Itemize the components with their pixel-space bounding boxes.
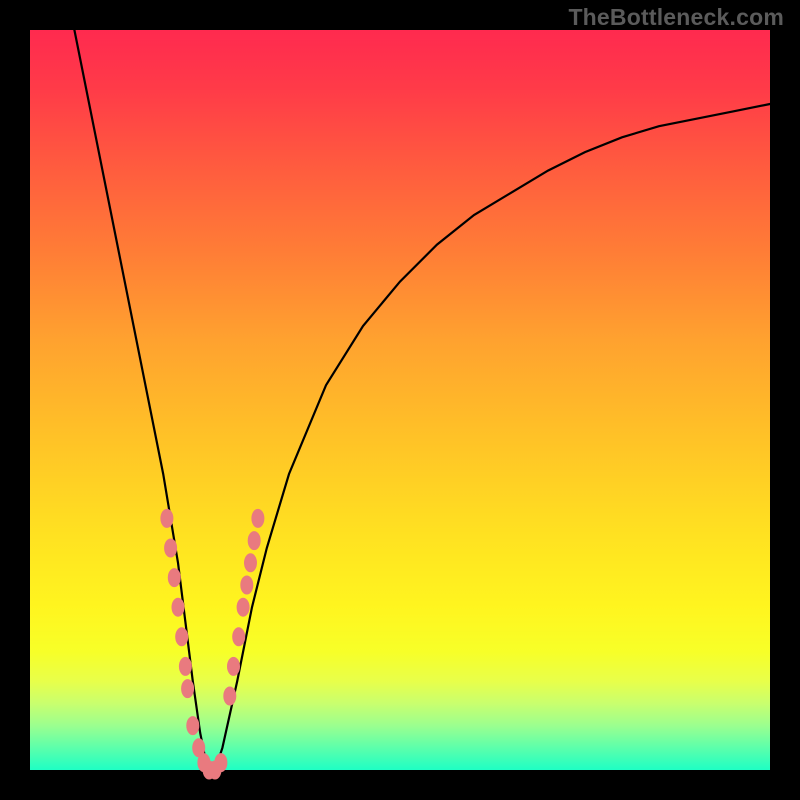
marker-point (237, 598, 250, 617)
marker-point (168, 568, 181, 587)
marker-point (172, 598, 185, 617)
marker-point (227, 657, 240, 676)
marker-point (244, 553, 257, 572)
marker-point (164, 539, 177, 558)
watermark-text: TheBottleneck.com (568, 4, 784, 31)
marker-point (175, 627, 188, 646)
marker-point (248, 531, 261, 550)
marker-point (240, 576, 253, 595)
plot-area (30, 30, 770, 770)
curve-svg (30, 30, 770, 770)
bottleneck-curve (74, 30, 770, 770)
marker-point (232, 627, 245, 646)
marker-point (179, 657, 192, 676)
marker-point (181, 679, 194, 698)
marker-group (160, 509, 264, 780)
marker-point (251, 509, 264, 528)
marker-point (214, 753, 227, 772)
marker-point (186, 716, 199, 735)
marker-point (223, 687, 236, 706)
marker-point (160, 509, 173, 528)
